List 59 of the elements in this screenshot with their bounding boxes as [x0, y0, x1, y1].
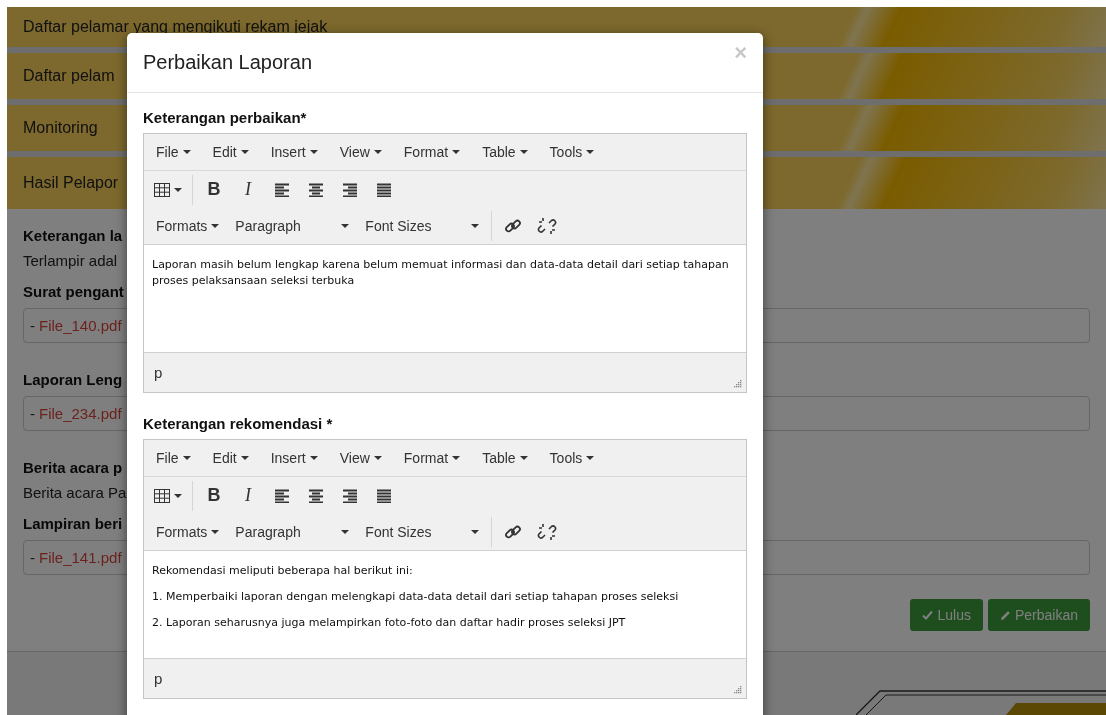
menu-button[interactable]: Tools — [541, 144, 603, 160]
element-path-text: p — [154, 670, 163, 687]
bold-button[interactable]: B — [197, 480, 231, 511]
menu-button[interactable]: File — [148, 450, 199, 466]
modal-title: Perbaikan Laporan — [143, 51, 312, 74]
editor-paragraph: Laporan masih belum lengkap karena belum memuat informasi dan data-data detail dari setiap tahapan proses pelaksansaan seleksi terbuka — [152, 257, 730, 289]
justify-icon — [376, 182, 392, 197]
menu-button[interactable]: Insert — [262, 144, 326, 160]
editor-paragraph: Rekomendasi meliputi beberapa hal berikut ini: — [152, 563, 414, 579]
field-label: Keterangan la — [23, 227, 123, 244]
menu-button[interactable]: Edit — [204, 144, 257, 160]
menu-button[interactable]: Edit — [204, 450, 257, 466]
justify-icon — [376, 488, 392, 503]
formats-dropdown[interactable]: Formats — [148, 517, 228, 547]
table-icon — [154, 488, 170, 503]
field-text: Berita acara Pa — [23, 484, 127, 501]
dash-text: - — [30, 405, 35, 422]
dash-text: - — [30, 317, 35, 334]
table-icon — [154, 182, 170, 197]
font-size-dropdown[interactable]: Font Sizes — [357, 211, 488, 241]
italic-button[interactable]: I — [231, 480, 265, 511]
editor-label: Keterangan perbaikan* — [143, 109, 308, 126]
italic-button[interactable]: I — [231, 174, 265, 205]
formats-dropdown[interactable]: Formats — [148, 211, 228, 241]
menu-button[interactable]: Table — [474, 144, 536, 160]
bold-button[interactable]: B — [197, 174, 231, 205]
align-right-icon — [342, 182, 358, 197]
dash-text: - — [30, 549, 35, 566]
paragraph-dropdown[interactable]: Paragraph — [227, 517, 358, 547]
menu-button[interactable]: Table — [474, 450, 536, 466]
field-text: Terlampir adal — [23, 252, 118, 269]
menu-button[interactable]: View — [331, 144, 390, 160]
element-path-text: p — [154, 364, 163, 381]
field-label: Lampiran beri — [23, 515, 123, 532]
field-label: Surat pengant — [23, 283, 124, 300]
font-size-dropdown[interactable]: Font Sizes — [357, 517, 488, 547]
menu-button[interactable]: Format — [395, 144, 469, 160]
menu-button[interactable]: View — [331, 450, 390, 466]
link-icon — [504, 217, 523, 235]
editor-paragraph: 2. Laporan seharusnya juga melampirkan foto-foto dan daftar hadir proses seleksi JPT — [152, 615, 627, 631]
align-right-icon — [342, 488, 358, 503]
align-left-icon — [274, 488, 290, 503]
pencil-icon — [999, 609, 1011, 621]
align-center-icon — [308, 488, 324, 503]
check-icon — [922, 610, 934, 620]
menu-button[interactable]: Format — [395, 450, 469, 466]
editor-label: Keterangan rekomendasi * — [143, 415, 334, 432]
field-label: Berita acara p — [23, 459, 123, 476]
align-center-icon — [308, 182, 324, 197]
menu-button[interactable]: File — [148, 144, 199, 160]
menu-button[interactable]: Tools — [541, 450, 603, 466]
resize-grip-icon[interactable] — [733, 379, 742, 388]
editor-paragraph: 1. Memperbaiki laporan dengan melengkapi data-data detail dari setiap tahapan proses seleksi — [152, 589, 680, 605]
field-label: Laporan Leng — [23, 371, 123, 388]
align-left-icon — [274, 182, 290, 197]
link-icon — [504, 523, 523, 541]
menu-button[interactable]: Insert — [262, 450, 326, 466]
paragraph-dropdown[interactable]: Paragraph — [227, 211, 358, 241]
resize-grip-icon[interactable] — [733, 685, 742, 694]
